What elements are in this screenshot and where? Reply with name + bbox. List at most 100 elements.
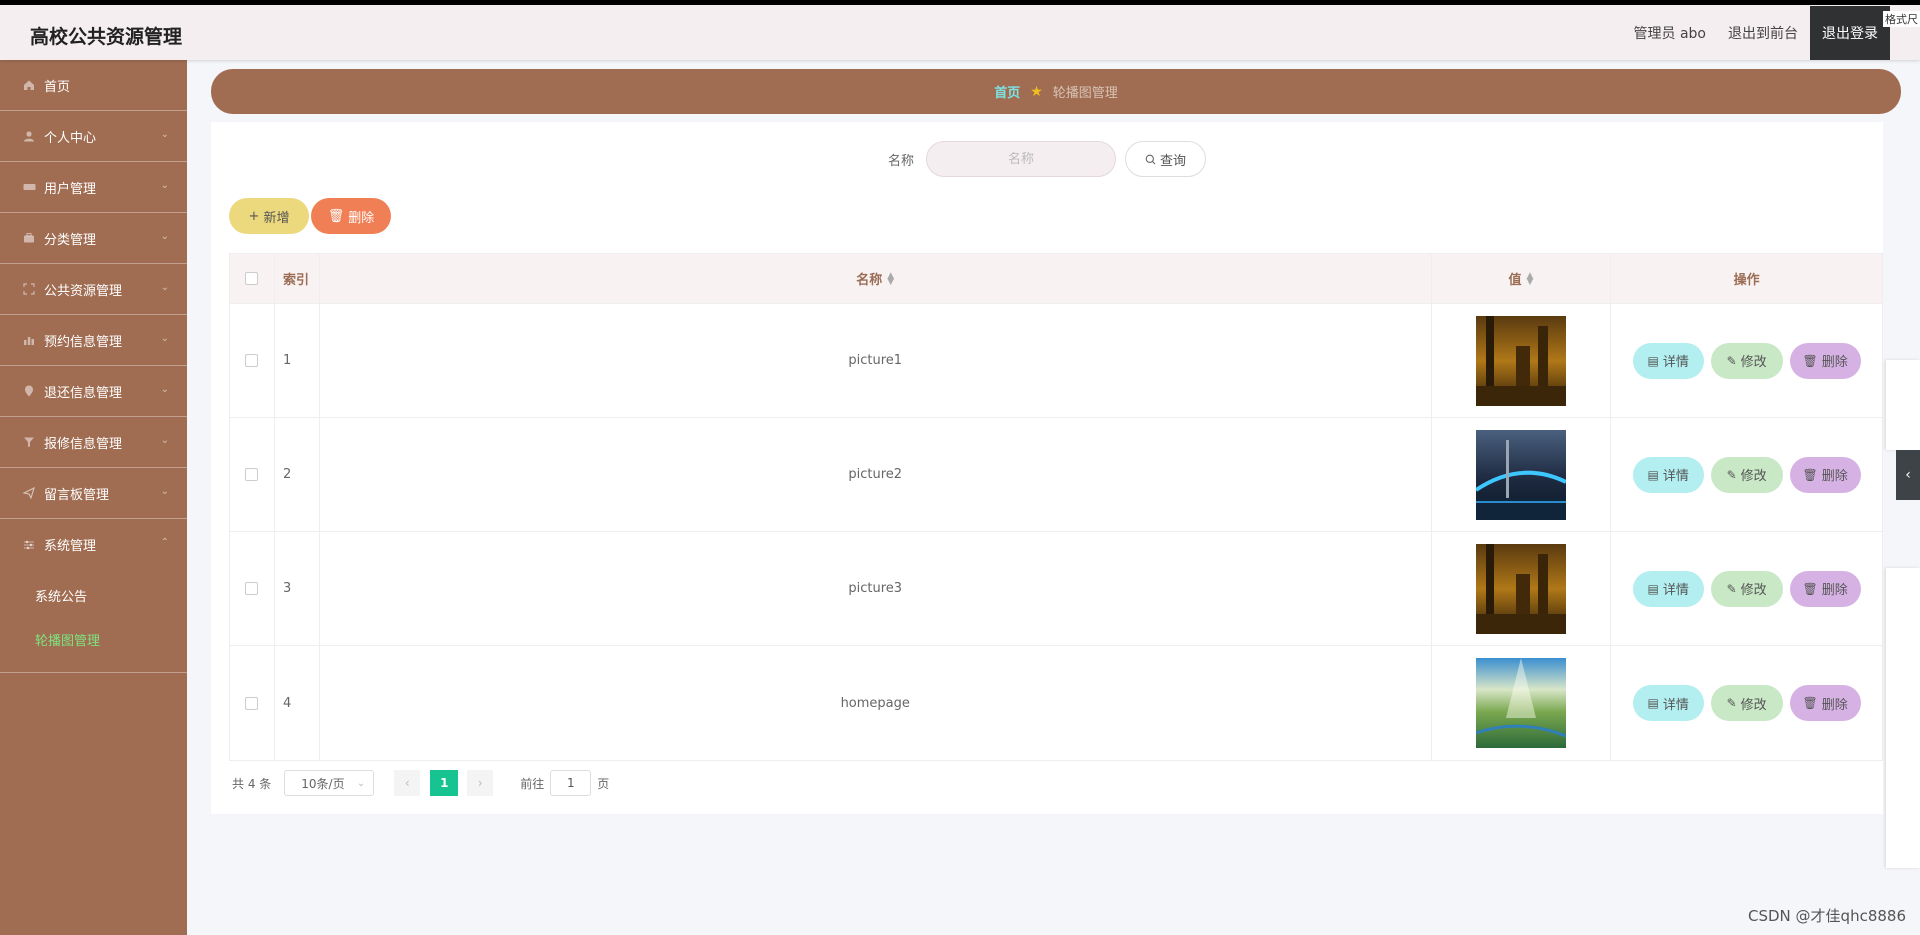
row-checkbox[interactable] — [245, 696, 259, 710]
delete-button[interactable]: 🗑︎ 删除 — [1789, 342, 1861, 379]
goto-page-input[interactable] — [550, 770, 592, 796]
row-checkbox[interactable] — [245, 468, 259, 481]
row-index: 1 — [275, 304, 320, 417]
search-button[interactable]: 查询 — [1125, 141, 1206, 177]
row-check-cell — [230, 304, 275, 417]
edit-button[interactable]: ✎ 修改 — [1710, 456, 1783, 493]
row-checkbox[interactable] — [245, 354, 259, 367]
delete-button[interactable]: 🗑︎ 删除 — [1789, 456, 1861, 493]
sidebar-item-resource-management[interactable]: 公共资源管理 ⌄ — [0, 264, 187, 315]
chevron-down-icon: ⌄ — [160, 486, 169, 497]
edit-button[interactable]: ✎ 修改 — [1710, 342, 1783, 379]
sidebar-item-label: 系统管理 — [44, 539, 97, 554]
delete-button[interactable]: 🗑︎ 删除 — [1789, 570, 1861, 607]
sidebar-item-system-management[interactable]: 系统管理 ⌃ — [0, 519, 187, 570]
edit-button-label: 修改 — [1740, 469, 1767, 484]
delete-button-label: 删除 — [348, 210, 375, 226]
chevron-left-icon: ‹ — [1905, 467, 1911, 483]
trash-icon: 🗑︎ — [1802, 467, 1818, 482]
users-icon — [22, 180, 36, 194]
edit-button[interactable]: ✎ 修改 — [1710, 570, 1783, 607]
sidebar-item-return-management[interactable]: 退还信息管理 ⌄ — [0, 366, 187, 417]
row-actions: ▤ 详情 ✎ 修改 🗑︎ 删除 — [1611, 304, 1882, 417]
sort-icon[interactable]: ▲ ▼ — [887, 271, 894, 286]
row-check-cell — [230, 532, 275, 645]
detail-button[interactable]: ▤ 详情 — [1632, 342, 1704, 379]
main-panel: 名称 查询 + 新增 🗑︎ 删除 索引 名称 ▲▼ 值 ▲▼ — [211, 122, 1883, 814]
star-icon: ★ — [1030, 83, 1043, 100]
detail-button-label: 详情 — [1662, 355, 1689, 370]
row-value-cell — [1432, 532, 1612, 645]
pin-icon — [22, 384, 36, 398]
chevron-up-icon: ⌃ — [160, 537, 169, 548]
column-header-value[interactable]: 值 ▲ ▼ — [1432, 254, 1612, 303]
document-icon: ▤ — [1647, 353, 1659, 368]
row-checkbox[interactable] — [245, 582, 259, 595]
side-collapse-toggle[interactable]: ‹ — [1896, 450, 1920, 500]
page-number-current[interactable]: 1 — [430, 770, 459, 796]
row-name: picture3 — [320, 532, 1432, 645]
sidebar-subitem-carousel[interactable]: 轮播图管理 — [0, 620, 187, 664]
thumbnail-image[interactable] — [1475, 429, 1566, 520]
table-row: 4 homepage ▤ 详情 ✎ 修改 🗑︎ 删除 — [230, 646, 1882, 760]
chevron-down-icon: ⌄ — [160, 180, 169, 191]
sidebar-item-user-management[interactable]: 用户管理 ⌄ — [0, 162, 187, 213]
chevron-down-icon: ⌄ — [160, 384, 169, 395]
home-icon — [22, 78, 36, 92]
send-icon — [22, 486, 36, 500]
sidebar-item-home[interactable]: 首页 — [0, 60, 187, 111]
table-row: 3 picture3 ▤ 详情 ✎ 修改 🗑︎ 删除 — [230, 532, 1882, 646]
next-page-button[interactable]: › — [467, 770, 494, 796]
settings-icon — [22, 538, 36, 552]
thumbnail-image[interactable] — [1475, 543, 1566, 634]
thumbnail-image[interactable] — [1475, 658, 1566, 748]
detail-button[interactable]: ▤ 详情 — [1632, 570, 1704, 607]
pencil-icon: ✎ — [1726, 581, 1737, 596]
add-button[interactable]: + 新增 — [229, 198, 309, 234]
batch-delete-button[interactable]: 🗑︎ 删除 — [311, 198, 391, 234]
page-size-select[interactable]: 10条/页 ⌄ — [284, 770, 375, 796]
sort-icon[interactable]: ▲ ▼ — [1526, 271, 1533, 286]
app-title: 高校公共资源管理 — [30, 26, 183, 48]
user-icon — [22, 129, 36, 143]
column-header-actions: 操作 — [1733, 273, 1760, 288]
exit-to-front-link[interactable]: 退出到前台 — [1728, 23, 1798, 43]
detail-button[interactable]: ▤ 详情 — [1632, 685, 1704, 721]
page-size-value: 10条/页 — [301, 776, 345, 791]
column-header-name[interactable]: 名称 ▲ ▼ — [320, 254, 1432, 303]
detail-button-label: 详情 — [1662, 697, 1689, 713]
thumbnail-image[interactable] — [1475, 315, 1566, 406]
sidebar-item-label: 预约信息管理 — [44, 334, 123, 350]
sidebar-item-category-management[interactable]: 分类管理 ⌄ — [0, 213, 187, 264]
edit-button[interactable]: ✎ 修改 — [1710, 685, 1783, 721]
row-name: picture2 — [320, 418, 1432, 531]
row-index: 3 — [275, 532, 320, 645]
document-icon: ▤ — [1647, 467, 1659, 482]
chevron-down-icon: ⌄ — [160, 129, 169, 140]
page-unit-label: 页 — [597, 776, 610, 791]
search-input[interactable] — [926, 141, 1116, 177]
detail-button[interactable]: ▤ 详情 — [1632, 456, 1704, 493]
trash-icon: 🗑︎ — [1802, 696, 1818, 710]
chevron-left-icon: ‹ — [404, 776, 410, 790]
system-submenu: 系统公告 轮播图管理 — [0, 570, 187, 673]
select-all-checkbox[interactable] — [245, 272, 259, 285]
filter-icon — [22, 435, 36, 449]
toolbar: + 新增 🗑︎ 删除 — [229, 198, 391, 234]
prev-page-button[interactable]: ‹ — [394, 770, 421, 796]
goto-label: 前往 — [520, 776, 545, 791]
sidebar-item-personal-center[interactable]: 个人中心 ⌄ — [0, 111, 187, 162]
logout-button[interactable]: 退出登录 — [1810, 5, 1890, 60]
sidebar-item-repair-management[interactable]: 报修信息管理 ⌄ — [0, 417, 187, 468]
sidebar-item-reservation-management[interactable]: 预约信息管理 ⌄ — [0, 315, 187, 366]
frame-icon — [22, 282, 36, 296]
clipped-text: 格式尺 — [1883, 11, 1920, 27]
add-button-label: 新增 — [263, 210, 290, 226]
sidebar-item-message-board[interactable]: 留言板管理 ⌄ — [0, 468, 187, 519]
carousel-table: 索引 名称 ▲ ▼ 值 ▲ ▼ 操作 1 picture1 ▤ 详情 ✎ 修改 … — [229, 253, 1883, 761]
trash-icon: 🗑︎ — [1802, 581, 1818, 596]
delete-button[interactable]: 🗑︎ 删除 — [1789, 685, 1861, 721]
breadcrumb-home[interactable]: 首页 — [994, 82, 1020, 101]
row-index: 4 — [275, 646, 320, 760]
sidebar-subitem-announcement[interactable]: 系统公告 — [0, 576, 187, 620]
